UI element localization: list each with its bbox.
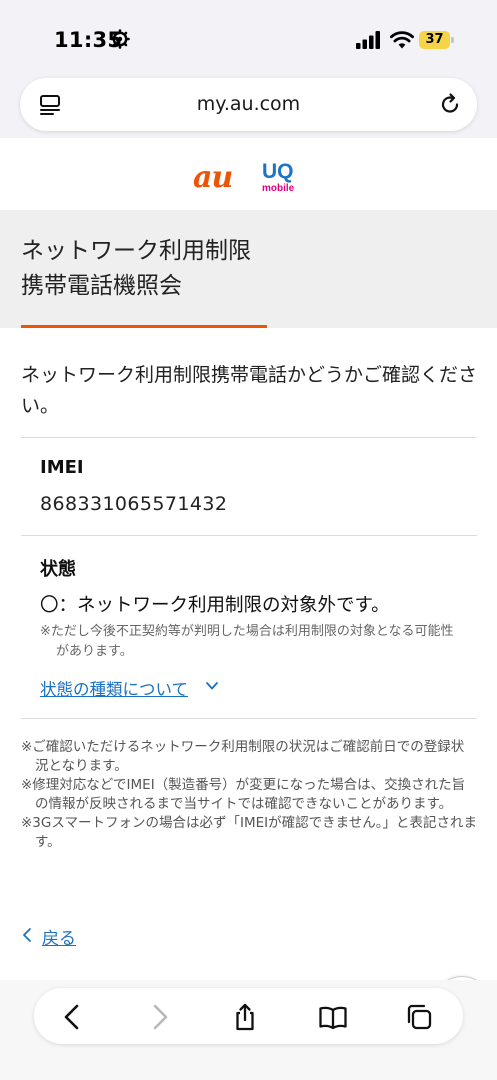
back-link-text[interactable]: 戻る (42, 924, 76, 949)
reload-icon[interactable] (438, 92, 462, 116)
divider (21, 718, 477, 719)
gear-icon (110, 29, 130, 49)
web-page: au UQ mobile ネットワーク利用制限 携帯電話機照会 ネットワーク利用… (0, 138, 497, 980)
browser-toolbar (0, 980, 497, 1080)
brand-header: au UQ mobile (0, 138, 497, 210)
address-bar[interactable]: my.au.com (20, 78, 477, 131)
share-button[interactable] (230, 1002, 260, 1032)
url-text[interactable]: my.au.com (20, 93, 477, 115)
notes-list: ※ご確認いただけるネットワーク利用制限の状況はご確認前日での登録状況となります。… (21, 738, 477, 852)
battery-cap (451, 37, 454, 43)
wifi-icon (390, 31, 414, 49)
au-logo[interactable]: au (193, 160, 233, 195)
page-title-band: ネットワーク利用制限 携帯電話機照会 (0, 210, 497, 328)
chevron-down-icon[interactable] (205, 680, 219, 692)
uq-mobile-label: mobile (262, 183, 295, 194)
chevron-left-icon (23, 928, 31, 942)
cellular-signal-icon (356, 31, 380, 49)
title-accent-underline (21, 325, 267, 328)
imei-value: 868331065571432 (40, 493, 228, 515)
note-item: ※ご確認いただけるネットワーク利用制限の状況はご確認前日での登録状況となります。 (21, 739, 465, 774)
status-label: 状態 (40, 559, 76, 580)
status-types-link[interactable]: 状態の種類について (40, 676, 188, 700)
status-note: ※ただし今後不正契約等が判明した場合は利用制限の対象となる可能性があります。 (40, 624, 454, 659)
note-item: ※修理対応などでIMEI（製造番号）が変更になった場合は、交換された旨の情報が反… (21, 777, 466, 812)
forward-arrow-icon (153, 1004, 168, 1030)
status-value: 〇：ネットワーク利用制限の対象外です。 (40, 595, 390, 616)
intro-text: ネットワーク利用制限携帯電話かどうかご確認ください。 (21, 364, 478, 417)
back-button[interactable] (58, 1002, 88, 1032)
battery-indicator: 37 (419, 31, 455, 49)
imei-label: IMEI (40, 457, 84, 478)
share-icon (236, 1003, 254, 1031)
divider (21, 437, 477, 438)
battery-level: 37 (425, 32, 444, 47)
toolbar-pill (34, 988, 463, 1044)
divider (21, 535, 477, 536)
page-title-line1: ネットワーク利用制限 (21, 238, 251, 264)
forward-button[interactable] (144, 1002, 174, 1032)
note-item: ※3Gスマートフォンの場合は必ず「IMEIが確認できません。」と表記されます。 (21, 815, 477, 850)
status-bar: 11:35 37 (0, 0, 497, 76)
back-arrow-icon (64, 1004, 79, 1030)
page-title: ネットワーク利用制限 携帯電話機照会 (21, 234, 251, 304)
bookmarks-button[interactable] (318, 1002, 348, 1032)
page-title-line2: 携帯電話機照会 (21, 273, 182, 299)
uq-logo[interactable]: UQ (262, 161, 294, 182)
tab-overview-icon (407, 1004, 432, 1030)
book-icon (319, 1006, 347, 1030)
tabs-overview-button[interactable] (404, 1002, 434, 1032)
